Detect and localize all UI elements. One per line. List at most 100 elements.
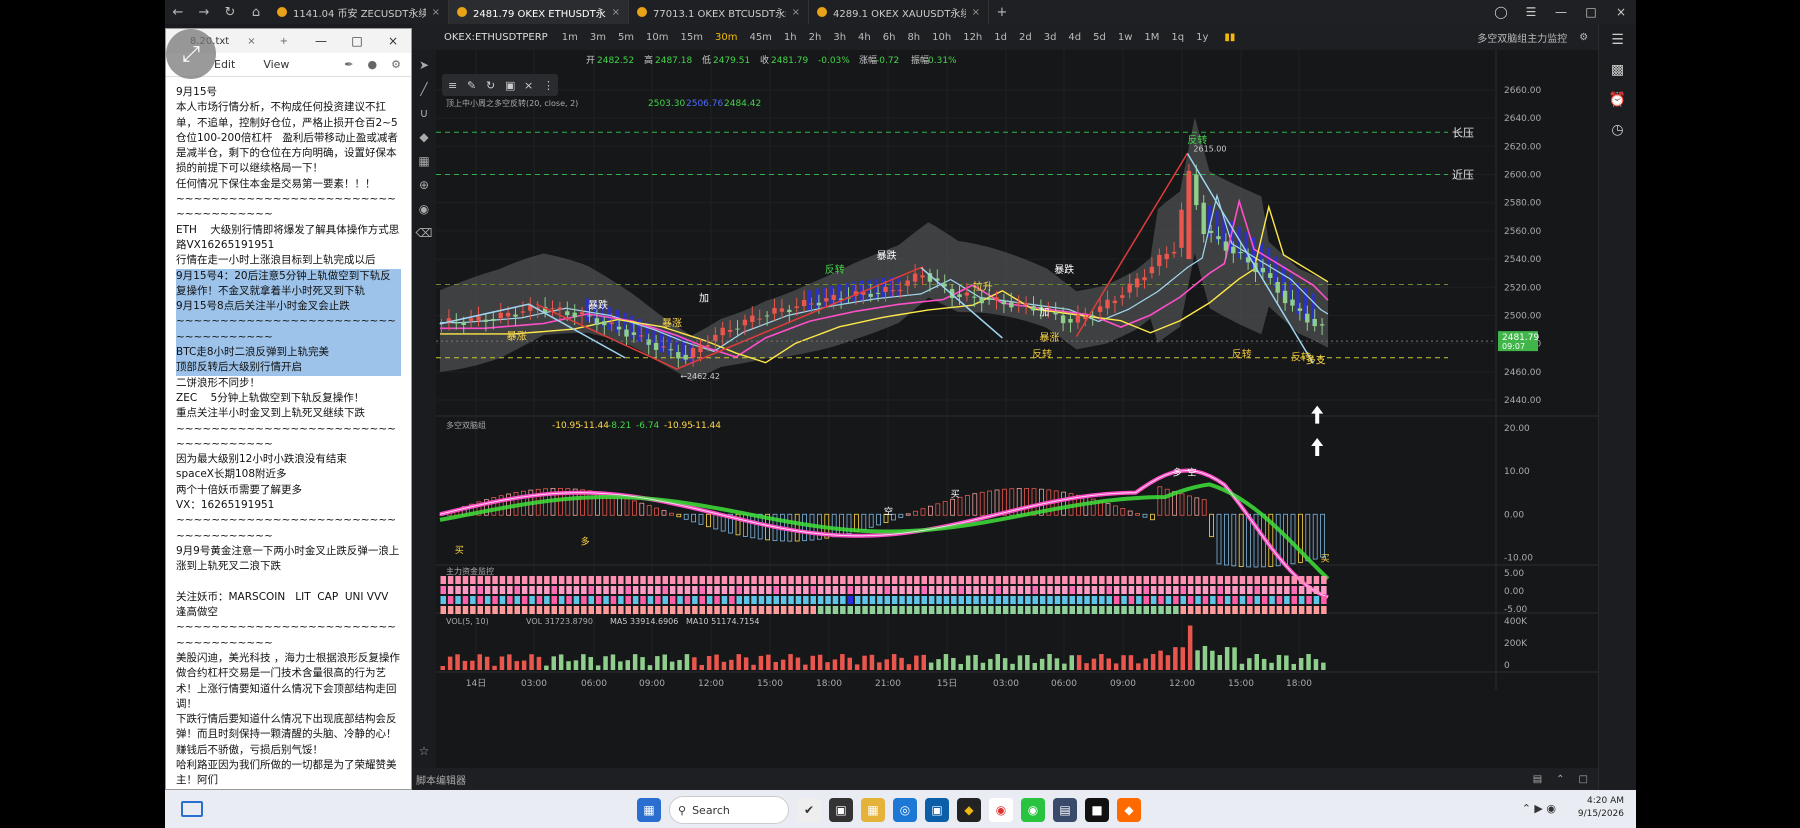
list-icon[interactable]: ☰ xyxy=(1611,32,1624,48)
close-tab-icon[interactable]: × xyxy=(612,7,620,18)
star-icon[interactable]: ☆ xyxy=(419,744,430,758)
target-icon[interactable]: ⊕ xyxy=(419,178,429,192)
money-flow-cell xyxy=(647,596,654,604)
timeframe-2h[interactable]: 2h xyxy=(803,32,828,43)
symbol-label[interactable]: OKEX:ETHUSDTPERP xyxy=(412,32,556,43)
file-explorer-icon[interactable]: ▦ xyxy=(861,798,885,822)
timeframe-1y[interactable]: 1y xyxy=(1190,32,1214,43)
clock-icon[interactable]: ◷ xyxy=(1611,122,1623,138)
settings-icon[interactable]: ⚙ xyxy=(1579,32,1588,43)
task-view-icon[interactable]: ▣ xyxy=(829,798,853,822)
timeframe-1M[interactable]: 1M xyxy=(1138,32,1165,43)
close-icon[interactable]: × xyxy=(375,34,411,48)
timeframe-45m[interactable]: 45m xyxy=(743,32,777,43)
cursor-icon[interactable]: ➤ xyxy=(419,58,429,72)
taskbar-clock[interactable]: 4:20 AM 9/15/2026 xyxy=(1578,795,1624,821)
money-flow-cell xyxy=(1047,606,1053,614)
restore-icon[interactable]: ◯ xyxy=(1486,5,1516,19)
widgets-icon[interactable] xyxy=(181,801,203,817)
timeframe-10m[interactable]: 10m xyxy=(640,32,674,43)
settings-icon[interactable]: ⚙ xyxy=(391,58,401,71)
maximize-panel-icon[interactable]: □ xyxy=(1579,774,1588,785)
edge-icon[interactable]: ◎ xyxy=(893,798,917,822)
eye-icon[interactable]: ◉ xyxy=(419,202,429,216)
volume-bar xyxy=(743,657,749,670)
indicator-icon[interactable]: ▦ xyxy=(418,154,429,168)
browser-tab-active[interactable]: 2481.79 OKEX ETHUSDT永续 × xyxy=(449,0,629,24)
copilot-icon[interactable]: ● xyxy=(368,58,378,71)
minimize-icon[interactable]: — xyxy=(1546,5,1576,19)
browser-tab[interactable]: 1141.04 币安 ZECUSDT永续 × xyxy=(269,0,449,24)
alert-icon[interactable]: ⏰ xyxy=(1609,92,1626,108)
wechat-icon[interactable]: ◉ xyxy=(1021,798,1045,822)
lock-icon[interactable]: ◆ xyxy=(419,130,428,144)
okex-app-icon[interactable]: ◆ xyxy=(1117,798,1141,822)
timeframe-3h[interactable]: 3h xyxy=(827,32,852,43)
new-tab-button[interactable]: + xyxy=(989,0,1015,24)
timeframe-10h[interactable]: 10h xyxy=(926,32,957,43)
reload-icon[interactable]: ↻ xyxy=(217,0,243,24)
expand-icon[interactable]: ⌃ xyxy=(1556,774,1564,785)
timeframe-1q[interactable]: 1q xyxy=(1165,32,1190,43)
store-icon[interactable]: ▣ xyxy=(925,798,949,822)
new-file-tab-icon[interactable]: + xyxy=(280,36,288,47)
timeframe-6h[interactable]: 6h xyxy=(877,32,902,43)
money-flow-cell xyxy=(1106,596,1112,604)
price-chart[interactable]: 2660.00 2640.00 2620.00 2600.00 2580.00 2560.… xyxy=(436,50,1598,768)
close-tab-icon[interactable]: × xyxy=(432,7,440,18)
timeframe-1h[interactable]: 1h xyxy=(778,32,803,43)
timeframe-2d[interactable]: 2d xyxy=(1013,32,1038,43)
timeframe-3m[interactable]: 3m xyxy=(584,32,612,43)
volume-bar xyxy=(1261,658,1267,670)
menu-view[interactable]: View xyxy=(263,58,289,71)
timeframe-12h[interactable]: 12h xyxy=(957,32,988,43)
money-flow-cell xyxy=(810,606,816,614)
panel-icon[interactable]: ▤ xyxy=(1533,774,1542,785)
timeframe-4h[interactable]: 4h xyxy=(852,32,877,43)
timeframe-5d[interactable]: 5d xyxy=(1087,32,1112,43)
browser-tab[interactable]: 4289.1 OKEX XAUUSDT永续 × xyxy=(809,0,989,24)
forward-icon[interactable]: → xyxy=(191,0,217,24)
indicator-toggle-icon[interactable]: ▮▮ xyxy=(1224,32,1235,43)
menu-edit[interactable]: Edit xyxy=(214,58,235,71)
timeframe-1w[interactable]: 1w xyxy=(1112,32,1139,43)
notepad-text-area[interactable]: 9月15号 本人市场行情分析，不构成任何投资建议不扛单，不追单，控制好仓位，严格止… xyxy=(166,77,411,797)
maximize-icon[interactable]: □ xyxy=(1576,5,1606,19)
close-file-tab-icon[interactable]: × xyxy=(247,36,255,47)
binance-icon[interactable]: ◆ xyxy=(957,798,981,822)
close-icon[interactable]: × xyxy=(1606,5,1636,19)
timeframe-30m[interactable]: 30m xyxy=(709,32,743,43)
timeframe-1m[interactable]: 1m xyxy=(556,32,584,43)
copilot-icon[interactable]: ✔ xyxy=(797,798,821,822)
indicator-selector[interactable]: 多空双脑组主力监控 xyxy=(1477,30,1567,45)
taskbar-search[interactable]: ⚲ Search xyxy=(669,796,789,824)
magnet-icon[interactable]: ∪ xyxy=(420,106,429,120)
timeframe-5m[interactable]: 5m xyxy=(612,32,640,43)
back-icon[interactable]: ← xyxy=(165,0,191,24)
maximize-icon[interactable]: □ xyxy=(339,34,375,48)
home-icon[interactable]: ⌂ xyxy=(243,0,269,24)
close-tab-icon[interactable]: × xyxy=(972,7,980,18)
browser-tab[interactable]: 77013.1 OKEX BTCUSDT永续 × xyxy=(629,0,809,24)
eraser-icon[interactable]: ⌫ xyxy=(416,226,433,240)
money-flow-cell xyxy=(773,606,779,614)
minimize-icon[interactable]: — xyxy=(303,34,339,48)
zoom-icon[interactable]: ⤢ xyxy=(166,29,216,79)
timeframe-8h[interactable]: 8h xyxy=(901,32,926,43)
line-tool-icon[interactable]: ╱ xyxy=(420,82,427,96)
close-tab-icon[interactable]: × xyxy=(792,7,800,18)
timeframe-15m[interactable]: 15m xyxy=(675,32,709,43)
money-flow-cell xyxy=(1239,596,1246,604)
notepad-icon[interactable]: ▤ xyxy=(1053,798,1077,822)
start-icon[interactable]: ▦ xyxy=(637,798,661,822)
timeframe-3d[interactable]: 3d xyxy=(1038,32,1063,43)
script-editor-label[interactable]: 脚本编辑器 xyxy=(416,772,466,787)
watchlist-icon[interactable]: ▩ xyxy=(1611,62,1624,78)
app-icon[interactable]: ■ xyxy=(1085,798,1109,822)
menu-icon[interactable]: ☰ xyxy=(1516,5,1546,19)
timeframe-1d[interactable]: 1d xyxy=(988,32,1013,43)
chrome-icon[interactable]: ◉ xyxy=(989,798,1013,822)
brush-icon[interactable]: ✒ xyxy=(344,58,353,71)
system-tray[interactable]: ⌃ ▶ ◉ xyxy=(1522,802,1556,815)
timeframe-4d[interactable]: 4d xyxy=(1062,32,1087,43)
